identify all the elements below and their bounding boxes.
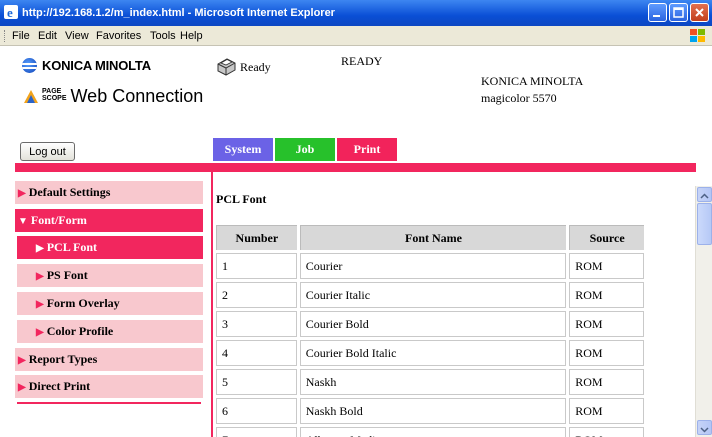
cell-source: ROM xyxy=(569,427,644,437)
minimize-button[interactable] xyxy=(648,3,667,22)
scrollbar-thumb[interactable] xyxy=(697,203,712,245)
cell-source: ROM xyxy=(569,340,644,366)
toolbar-grip xyxy=(4,30,8,42)
cell-number: 1 xyxy=(216,253,297,279)
globe-icon xyxy=(22,58,37,73)
sidebar-item-color-profile[interactable]: ▶ Color Profile xyxy=(17,320,203,343)
pagescope-small-1: PAGE xyxy=(42,88,62,95)
table-row: 6 Naskh Bold ROM xyxy=(216,398,644,424)
cell-source: ROM xyxy=(569,253,644,279)
tab-job[interactable]: Job xyxy=(275,138,335,161)
model-line-1: KONICA MINOLTA xyxy=(481,74,584,88)
cell-font-name: Courier Italic xyxy=(299,282,567,308)
arrow-right-icon: ▶ xyxy=(18,188,26,199)
cell-number: 2 xyxy=(216,282,297,308)
cell-font-name: Naskh Bold xyxy=(299,398,567,424)
cell-number: 6 xyxy=(216,398,297,424)
arrow-right-icon: ▶ xyxy=(36,299,44,310)
sidebar-item-direct-print[interactable]: ▶ Direct Print xyxy=(15,375,203,398)
table-row: 4 Courier Bold Italic ROM xyxy=(216,340,644,366)
konica-minolta-logo: KONICA MINOLTA xyxy=(22,58,151,73)
cell-number: 5 xyxy=(216,369,297,395)
window-title: http://192.168.1.2/m_index.html - Micros… xyxy=(22,7,335,19)
product-name: Web Connection xyxy=(70,86,204,106)
table-row: 1 Courier ROM xyxy=(216,253,644,279)
printer-model: KONICA MINOLTA magicolor 5570 xyxy=(481,73,583,107)
menu-tools[interactable]: Tools xyxy=(150,30,176,42)
cell-font-name: Albertus Medium xyxy=(299,427,567,437)
arrow-down-icon: ▼ xyxy=(18,216,28,227)
model-line-2: magicolor 5570 xyxy=(481,91,557,105)
sidebar-item-default-settings[interactable]: ▶ Default Settings xyxy=(15,181,203,204)
cell-font-name: Courier xyxy=(299,253,567,279)
maximize-button[interactable] xyxy=(669,3,688,22)
tab-underline-bar xyxy=(15,163,696,172)
printer-icon xyxy=(217,58,236,76)
chevron-up-icon xyxy=(700,193,709,199)
ie-icon: e xyxy=(4,5,18,19)
cell-source: ROM xyxy=(569,282,644,308)
menu-help[interactable]: Help xyxy=(180,30,203,42)
arrow-right-icon: ▶ xyxy=(36,271,44,282)
cell-number: 4 xyxy=(216,340,297,366)
sidebar-item-ps-font[interactable]: ▶ PS Font xyxy=(17,264,203,287)
cell-source: ROM xyxy=(569,398,644,424)
cell-number: 7 xyxy=(216,427,297,437)
cell-font-name: Courier Bold Italic xyxy=(299,340,567,366)
printer-status-label: Ready xyxy=(240,60,271,74)
windows-logo-icon xyxy=(690,29,705,42)
scroll-down-button[interactable] xyxy=(697,420,712,435)
tab-system[interactable]: System xyxy=(213,138,273,161)
window-titlebar: e http://192.168.1.2/m_index.html - Micr… xyxy=(0,0,712,26)
logout-button[interactable]: Log out xyxy=(20,142,75,161)
arrow-right-icon: ▶ xyxy=(18,382,26,393)
pagescope-logo: PAGE SCOPE Web Connection xyxy=(22,86,203,107)
sidebar-item-report-types[interactable]: ▶ Report Types xyxy=(15,348,203,371)
arrow-right-icon: ▶ xyxy=(18,355,26,366)
column-source: Source xyxy=(569,225,644,250)
vertical-scrollbar[interactable] xyxy=(695,186,712,437)
cell-source: ROM xyxy=(569,369,644,395)
cell-font-name: Courier Bold xyxy=(299,311,567,337)
menu-edit[interactable]: Edit xyxy=(38,30,57,42)
printer-status-text: READY xyxy=(341,54,383,68)
arrow-right-icon: ▶ xyxy=(36,327,44,338)
menu-view[interactable]: View xyxy=(65,30,89,42)
svg-text:e: e xyxy=(7,5,13,19)
column-number: Number xyxy=(216,225,297,250)
menu-favorites[interactable]: Favorites xyxy=(96,30,141,42)
page-title: PCL Font xyxy=(216,192,267,206)
cell-source: ROM xyxy=(569,311,644,337)
pagescope-icon xyxy=(24,90,38,103)
sidebar-item-font-form[interactable]: ▼ Font/Form xyxy=(15,209,203,232)
arrow-right-icon: ▶ xyxy=(36,243,44,254)
table-row: 3 Courier Bold ROM xyxy=(216,311,644,337)
table-row: 7Albertus MediumROM xyxy=(216,427,644,437)
table-row: 2 Courier Italic ROM xyxy=(216,282,644,308)
sidebar-item-pcl-font[interactable]: ▶ PCL Font xyxy=(17,236,203,259)
column-font-name: Font Name xyxy=(299,225,567,250)
tab-print[interactable]: Print xyxy=(337,138,397,161)
chevron-down-icon xyxy=(700,427,709,433)
pagescope-small-2: SCOPE xyxy=(42,95,67,102)
close-button[interactable] xyxy=(690,3,709,22)
sidebar-item-form-overlay[interactable]: ▶ Form Overlay xyxy=(17,292,203,315)
sidebar-divider xyxy=(17,402,201,404)
cell-font-name: Naskh xyxy=(299,369,567,395)
menu-bar: File Edit View Favorites Tools Help xyxy=(0,26,712,46)
pcl-font-table: Number Font Name Source 1 Courier ROM 2 Cou… xyxy=(213,222,647,437)
menu-file[interactable]: File xyxy=(12,30,30,42)
table-header-row: Number Font Name Source xyxy=(216,225,644,250)
cell-number: 3 xyxy=(216,311,297,337)
table-row: 5 Naskh ROM xyxy=(216,369,644,395)
page-content: KONICA MINOLTA PAGE SCOPE Web Connection R… xyxy=(0,46,712,437)
scroll-up-button[interactable] xyxy=(697,187,712,202)
